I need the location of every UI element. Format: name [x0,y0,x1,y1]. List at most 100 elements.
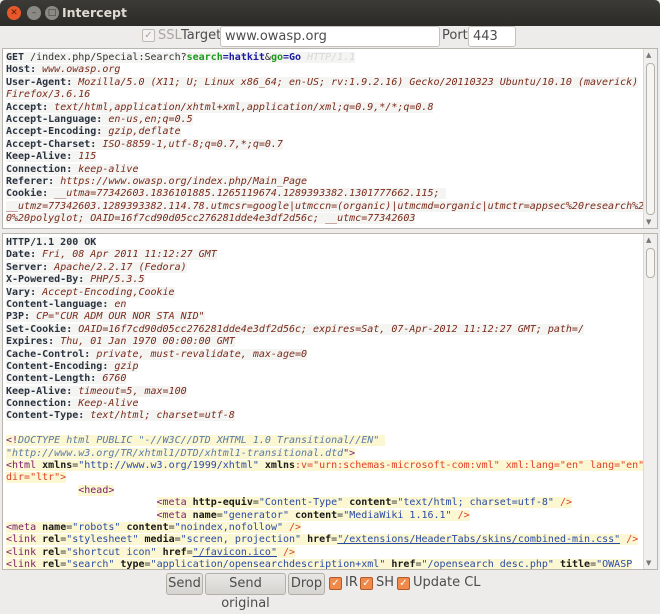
text-line [6,423,639,435]
scroll-up-icon[interactable]: ▲ [646,236,651,244]
text-line: Firefox/3.6.16 [6,89,639,101]
text-segment: = [174,534,181,546]
text-segment: https://www.owasp.org/index.php/Main_Pag… [54,175,308,187]
send-original-button[interactable]: Send original [205,573,286,611]
text-segment: Date: [6,249,37,261]
text-segment: /> [283,521,302,533]
text-line: Cookie: __utma=77342603.1836101885.12651… [6,188,639,200]
text-segment: /index.php/Special:Search? [24,52,187,63]
text-segment: <link [6,559,37,570]
text-segment: dir="ltr"> [6,472,67,484]
text-segment: DOCTYPE html PUBLIC "-//W3C//DTD XHTML 1… [18,435,386,447]
scroll-down-icon[interactable]: ▼ [646,559,651,567]
minimize-window-button[interactable]: – [27,6,41,20]
close-window-button[interactable]: ✕ [7,6,21,20]
text-segment: __utmz=77342603.1289393382.114.78.utmcsr… [6,200,657,212]
text-segment: User-Agent: [6,76,73,88]
scroll-down-icon[interactable]: ▼ [646,218,651,226]
text-line: Content-language: en [6,298,639,311]
text-segment: ISO-8859-1,utf-8;q=0.7,*;q=0.7 [96,138,283,150]
text-segment: = [252,497,259,509]
text-segment: hatkit [228,52,265,63]
text-segment: "OWASP [596,559,633,570]
text-segment: = [168,521,175,533]
text-segment: gzip,deflate [102,126,181,138]
text-segment: "/extensions/HeaderTabs/skins/combined-m… [337,534,621,546]
text-segment: Accept-Encoding,Cookie [36,286,175,298]
text-segment: "generator" [222,509,289,521]
text-segment: "screen, projection" [180,534,302,546]
request-text[interactable]: GET /index.php/Special:Search?search=hat… [6,52,657,225]
text-segment: rel [36,534,61,546]
text-line: <link rel="search" type="application/ope… [6,559,639,570]
text-segment: 115 [72,151,97,163]
request-scrollbar[interactable]: ▲ ▼ [643,49,657,228]
text-segment: = [216,509,223,521]
scroll-thumb[interactable] [646,248,655,278]
text-segment: Apache/2.2.17 (Fedora) [48,261,187,273]
text-line: Content-Type: text/html; charset=utf-8 [6,410,639,422]
scroll-up-icon[interactable]: ▲ [646,51,651,59]
text-line: P3P: CP="CUR ADM OUR NOR STA NID" [6,311,639,323]
text-segment: "http://www.w3.org/1999/xhtml" [78,460,259,472]
text-segment: en [108,298,127,310]
text-line: <meta name="generator" content="MediaWik… [6,509,639,522]
text-segment: "search" [66,559,115,570]
text-segment: title [553,559,591,570]
text-segment: = [186,546,193,558]
send-button[interactable]: Send [166,573,203,595]
text-segment: Accept-Charset: [6,138,97,150]
text-segment: __utma=77342603.1836101885.1265119674.12… [48,188,446,200]
text-line: Accept-Charset: ISO-8859-1,utf-8;q=0.7,*… [6,138,639,151]
text-segment: name [36,521,67,533]
port-input[interactable]: 443 [468,26,516,47]
sh-checkbox[interactable]: ✓ [360,577,373,590]
update-cl-label: Update CL [413,575,481,590]
text-segment: "/favicon.ico" [192,546,277,558]
text-segment: href [156,546,187,558]
text-segment: Connection: [6,398,73,410]
text-segment: :v="urn:schemas-microsoft-com:vml" xml:l… [295,460,651,472]
text-segment: Set-Cookie: [6,323,73,335]
text-segment: CP="CUR ADM OUR NOR STA NID" [30,311,205,323]
text-segment: <link [6,534,37,546]
text-segment: GET [6,52,25,63]
text-line: Accept: text/html,application/xhtml+xml,… [6,101,639,114]
text-line: <html xmlns="http://www.w3.org/1999/xhtm… [6,460,651,472]
ssl-checkbox[interactable]: ✓ [142,29,155,42]
text-segment: PHP/5.3.5 [84,274,145,286]
text-segment: private, must-revalidate, max-age=0 [90,348,308,360]
ir-checkbox[interactable]: ✓ [329,577,342,590]
text-segment: "shortcut icon" [66,546,157,558]
text-segment: HTTP/1.1 [301,52,356,63]
target-input[interactable]: www.owasp.org [220,26,440,47]
text-segment: Expires: [6,336,55,348]
text-segment: xmlns [36,460,73,472]
text-segment: href [385,559,416,570]
scroll-thumb[interactable] [646,63,655,215]
window-title: Intercept [62,5,127,20]
update-cl-checkbox[interactable]: ✓ [397,577,410,590]
request-editor[interactable]: GET /index.php/Special:Search?search=hat… [2,48,658,229]
text-segment: Cache-Control: [6,348,91,360]
target-label: Target [181,28,222,43]
text-segment: /> [276,546,296,558]
text-segment: www.owasp.org [36,64,121,76]
maximize-window-button[interactable]: □ [45,6,59,20]
text-segment: <html [6,460,37,472]
text-segment: content [120,521,169,533]
text-line: dir="ltr"> [6,472,639,484]
text-segment: "stylesheet" [66,534,139,546]
response-text[interactable]: HTTP/1.1 200 OK Date: Fri, 08 Apr 2011 11… [6,237,651,570]
text-line: Vary: Accept-Encoding,Cookie [6,286,639,299]
text-segment [6,485,78,496]
response-editor[interactable]: HTTP/1.1 200 OK Date: Fri, 08 Apr 2011 11… [2,233,658,570]
text-line: Referer: https://www.owasp.org/index.php… [6,175,639,188]
drop-button[interactable]: Drop [288,573,325,595]
text-segment: Go [289,52,302,63]
text-segment: Accept: [6,101,49,113]
response-scrollbar[interactable]: ▲ ▼ [643,234,657,569]
text-line: Set-Cookie: OAID=16f7cd90d05cc276281dde4… [6,323,639,336]
text-segment: 0%20polyglot; OAID=16f7cd90d05cc276281dd… [6,213,416,225]
text-segment: go [270,52,283,63]
